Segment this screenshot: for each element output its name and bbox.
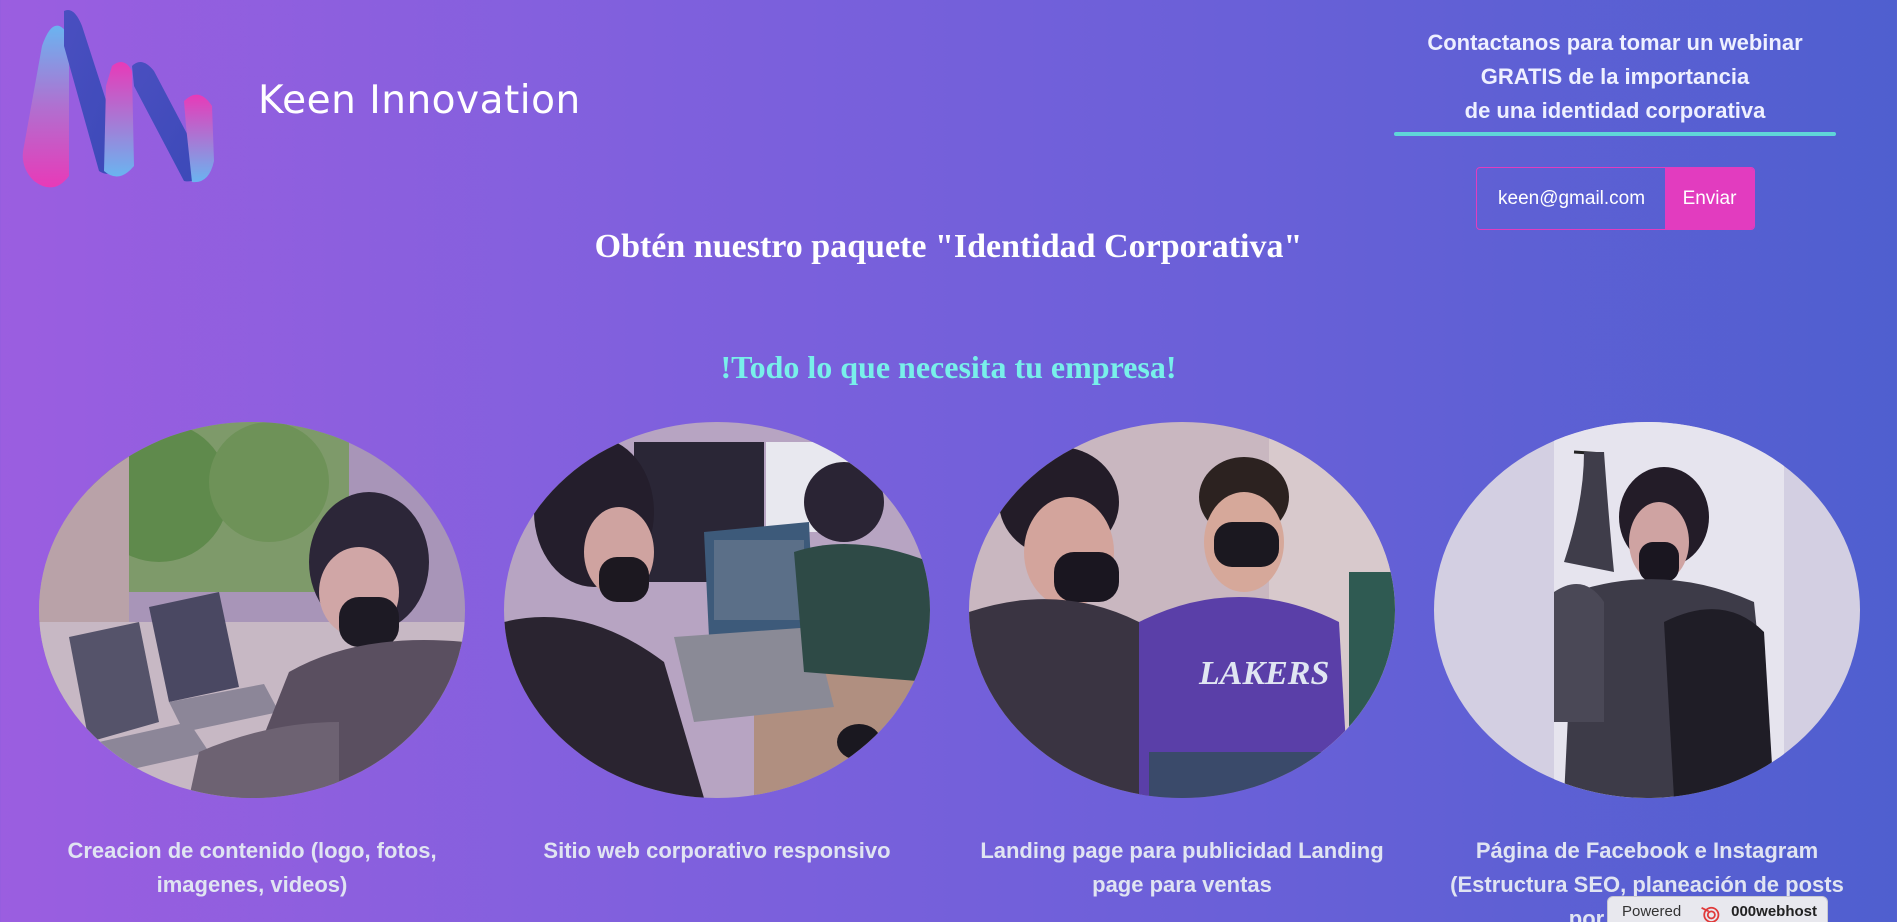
card-caption: Sitio web corporativo responsivo [543, 838, 891, 863]
keen-logo [22, 10, 214, 188]
brand-name: Keen Innovation [258, 78, 581, 123]
photo-two-people-talking: LAKERS [969, 422, 1395, 798]
email-field[interactable] [1477, 168, 1665, 229]
service-card: LAKERS Landing page para publicidad Land… [967, 422, 1397, 902]
webinar-form: Enviar [1476, 167, 1755, 230]
svg-text:LAKERS: LAKERS [1198, 655, 1329, 692]
card-caption: Landing page para publicidad Landing pag… [980, 838, 1384, 897]
contact-underline [1394, 132, 1836, 136]
service-card: Sitio web corporativo responsivo [502, 422, 932, 868]
card-caption: Creacion de contenido (logo, fotos, imag… [67, 838, 437, 897]
contact-line: Contactanos para tomar un webinar [1427, 30, 1803, 55]
submit-button[interactable]: Enviar [1665, 168, 1754, 229]
service-card: Página de Facebook e Instagram (Estructu… [1432, 422, 1862, 922]
badge-prefix: Powered by [1622, 903, 1682, 922]
service-card: Creacion de contenido (logo, fotos, imag… [37, 422, 467, 902]
photo-person-at-computer [504, 422, 930, 798]
webhost-icon [1701, 906, 1720, 922]
contact-line: de una identidad corporativa [1464, 98, 1766, 123]
badge-brand: 000webhost [1731, 903, 1817, 920]
photo-two-people-with-laptops [39, 422, 465, 798]
powered-by-badge[interactable]: Powered by 000webhost [1607, 896, 1828, 922]
contact-line: GRATIS de la importancia [1480, 64, 1750, 89]
contact-box: Contactanos para tomar un webinar GRATIS… [1390, 26, 1840, 136]
page-headline: Obtén nuestro paquete "Identidad Corpora… [594, 228, 1303, 265]
photo-person-at-whiteboard [1434, 422, 1860, 798]
page-subheadline: !Todo lo que necesita tu empresa! [720, 349, 1177, 385]
